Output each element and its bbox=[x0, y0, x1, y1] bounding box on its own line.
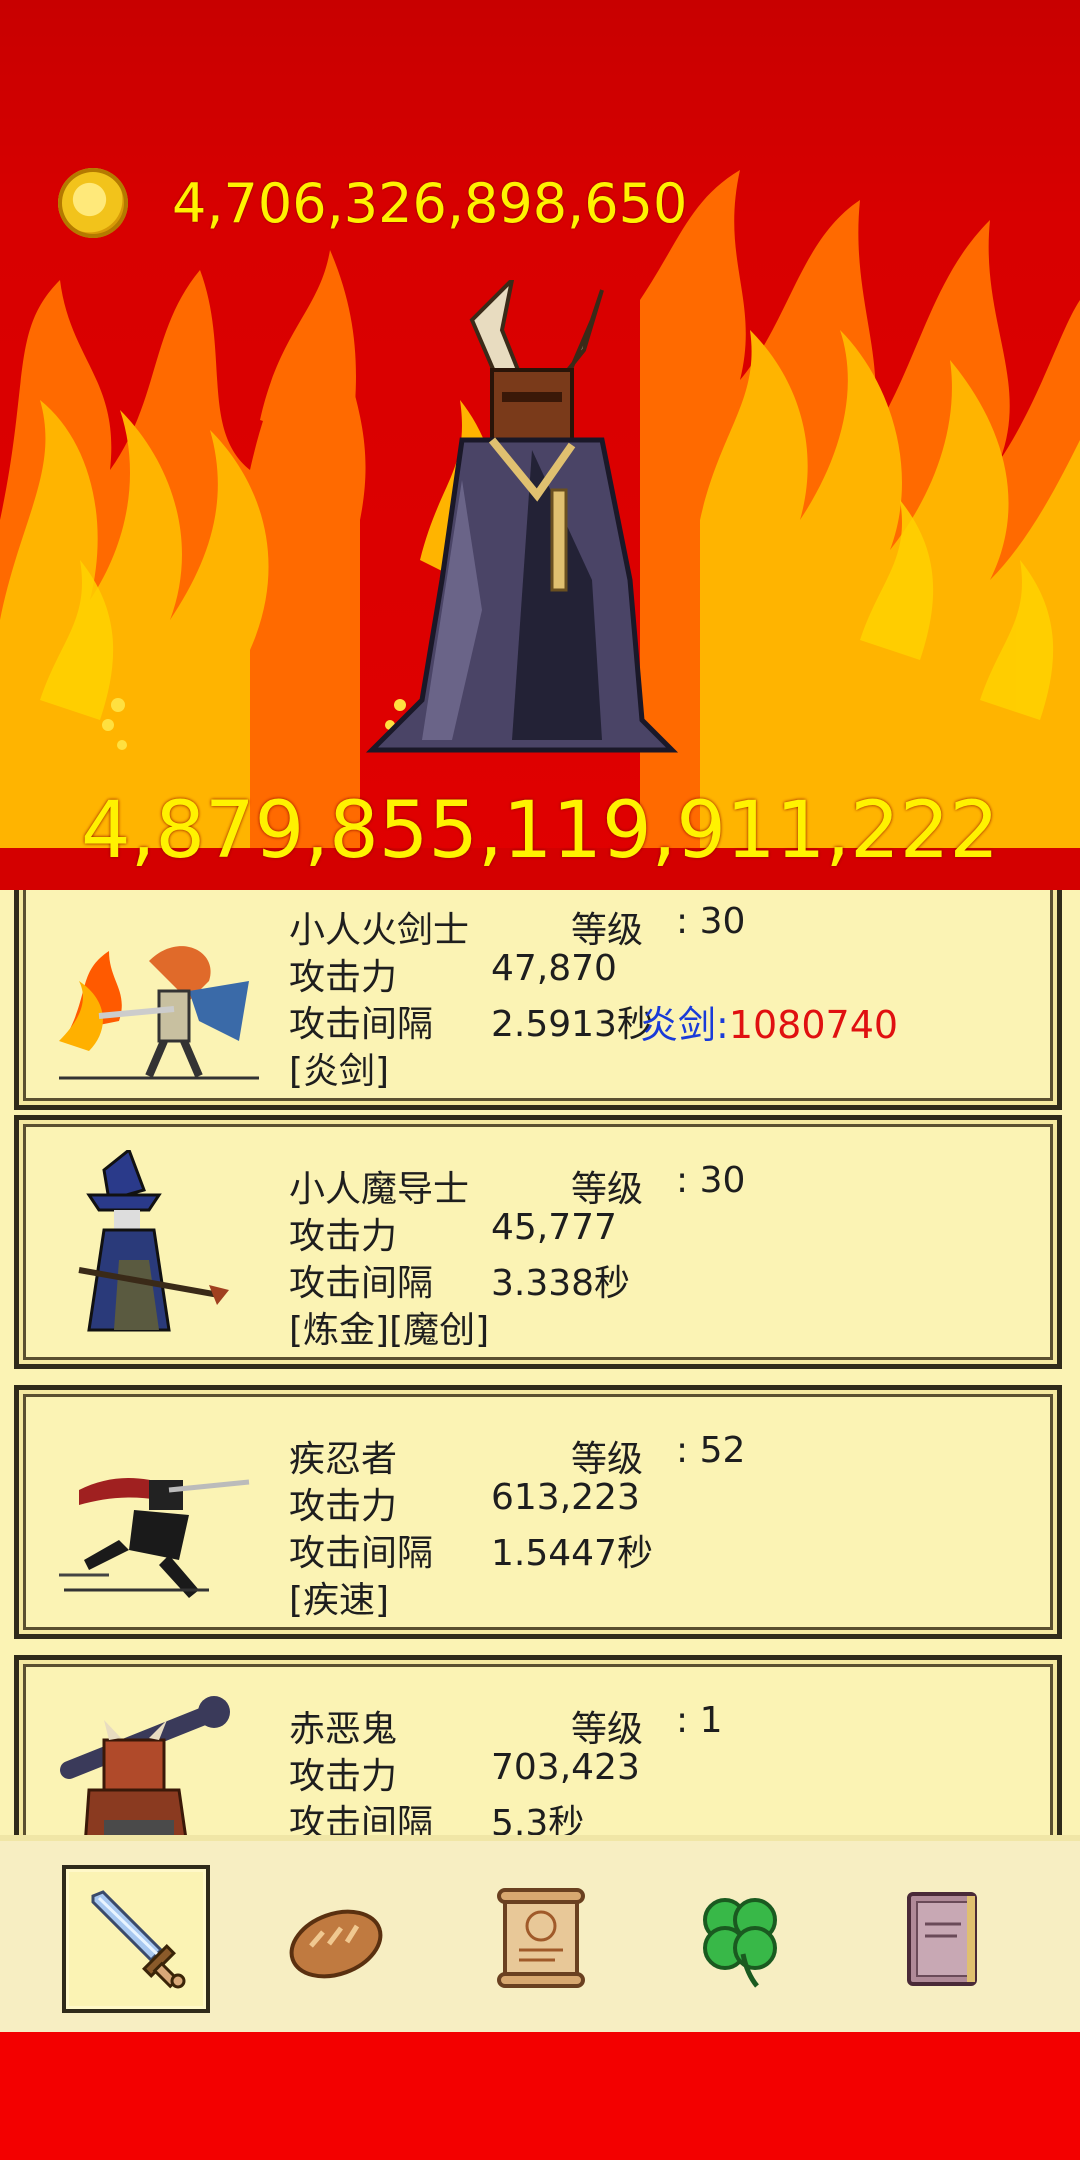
skill-tags: [疾速] bbox=[289, 1580, 390, 1621]
hero-name: 赤恶鬼 bbox=[289, 1709, 398, 1750]
hero-card-ninja[interactable]: 疾忍者 等级 : 52 攻击力 613,223 攻击间隔 1.5447秒 [疾速… bbox=[14, 1385, 1062, 1639]
bottom-banner-area bbox=[0, 2032, 1080, 2160]
hero-name: 小人魔导士 bbox=[289, 1169, 470, 1210]
attack-label: 攻击力 bbox=[289, 957, 398, 998]
nav-heroes-button[interactable] bbox=[62, 1865, 210, 2013]
attack-value: 613,223 bbox=[491, 1477, 640, 1518]
bread-icon bbox=[289, 1909, 383, 1979]
skill-proc-label: 炎剑: bbox=[640, 1003, 729, 1047]
hero-name: 小人火剑士 bbox=[289, 910, 470, 951]
nav-scroll-button[interactable] bbox=[466, 1865, 614, 2013]
interval-label: 攻击间隔 bbox=[289, 1803, 434, 1835]
level-value: : 30 bbox=[676, 901, 746, 942]
battle-scene[interactable]: 4,706,326,898,650 4,879,855,119,911,222 bbox=[0, 0, 1080, 890]
interval-label: 攻击间隔 bbox=[289, 1533, 434, 1574]
coin-icon bbox=[58, 168, 128, 238]
gold-amount: 4,706,326,898,650 bbox=[172, 171, 688, 235]
level-value: : 30 bbox=[676, 1160, 746, 1201]
clover-icon bbox=[703, 1898, 777, 1988]
hero-portrait bbox=[60, 1696, 230, 1835]
attack-value: 703,423 bbox=[491, 1747, 640, 1788]
attack-label: 攻击力 bbox=[289, 1486, 398, 1527]
nav-food-button[interactable] bbox=[262, 1865, 410, 2013]
hero-card-mage[interactable]: 小人魔导士 等级 : 30 攻击力 45,777 攻击间隔 3.338秒 [炼金… bbox=[14, 1115, 1062, 1369]
interval-value: 2.5913秒 bbox=[491, 1004, 653, 1045]
book-icon bbox=[907, 1892, 977, 1986]
nav-luck-button[interactable] bbox=[666, 1865, 814, 2013]
interval-value: 5.3秒 bbox=[491, 1803, 585, 1835]
interval-label: 攻击间隔 bbox=[289, 1263, 434, 1304]
skill-proc-popup: 炎剑:1080740 bbox=[640, 994, 898, 1049]
hero-portrait bbox=[59, 946, 259, 1080]
level-value: : 1 bbox=[676, 1700, 723, 1741]
attack-label: 攻击力 bbox=[289, 1756, 398, 1797]
level-label: 等级 bbox=[571, 1709, 644, 1750]
skill-proc-value: 1080740 bbox=[728, 1003, 899, 1047]
bottom-nav bbox=[0, 1835, 1080, 2032]
skill-tags: [炼金][魔创] bbox=[289, 1310, 490, 1351]
attack-value: 47,870 bbox=[491, 948, 617, 989]
scroll-icon bbox=[497, 1888, 585, 1988]
nav-book-button[interactable] bbox=[868, 1865, 1016, 2013]
level-label: 等级 bbox=[571, 910, 644, 951]
sword-icon bbox=[91, 1890, 186, 1989]
boss-hp-value: 4,879,855,119,911,222 bbox=[81, 786, 999, 876]
interval-value: 1.5447秒 bbox=[491, 1533, 653, 1574]
hero-card-fire-swordsman[interactable]: 小人火剑士 等级 : 30 攻击力 47,870 攻击间隔 2.5913秒 [炎… bbox=[14, 890, 1062, 1110]
hero-card-red-oni[interactable]: 赤恶鬼 等级 : 1 攻击力 703,423 攻击间隔 5.3秒 bbox=[14, 1655, 1062, 1835]
level-label: 等级 bbox=[571, 1439, 644, 1480]
level-label: 等级 bbox=[571, 1169, 644, 1210]
boss-demon-sprite[interactable] bbox=[362, 280, 702, 760]
gold-counter: 4,706,326,898,650 bbox=[58, 166, 687, 240]
interval-value: 3.338秒 bbox=[491, 1263, 631, 1304]
hero-portrait bbox=[78, 1150, 229, 1332]
attack-label: 攻击力 bbox=[289, 1216, 398, 1257]
level-value: : 52 bbox=[676, 1430, 746, 1471]
interval-label: 攻击间隔 bbox=[289, 1004, 434, 1045]
hero-portrait bbox=[59, 1478, 250, 1598]
attack-value: 45,777 bbox=[491, 1207, 617, 1248]
skill-tags: [炎剑] bbox=[289, 1051, 390, 1092]
hero-name: 疾忍者 bbox=[289, 1439, 398, 1480]
hero-list[interactable]: 小人火剑士 等级 : 30 攻击力 47,870 攻击间隔 2.5913秒 [炎… bbox=[0, 890, 1080, 1835]
